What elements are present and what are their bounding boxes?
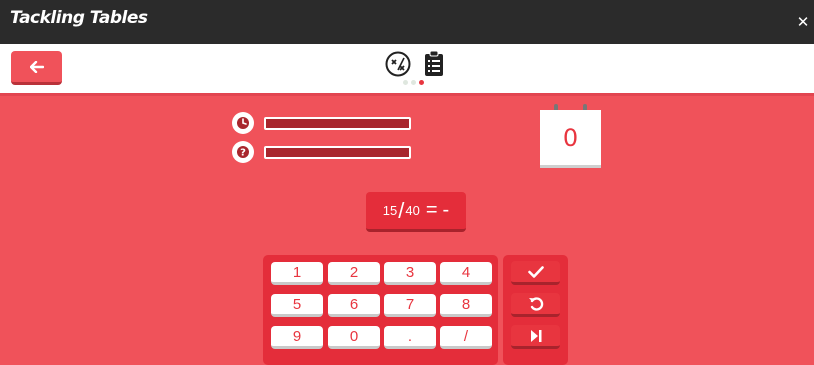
key-1[interactable]: 1 [271, 262, 323, 285]
undo-button[interactable] [511, 293, 560, 317]
questions-bar [264, 145, 411, 159]
mode-icons [384, 50, 450, 80]
clipboard-list-icon[interactable] [424, 51, 444, 77]
page-dots [403, 80, 424, 85]
question-icon: ? [232, 141, 254, 163]
key-decimal[interactable]: . [384, 326, 436, 349]
key-9[interactable]: 9 [271, 326, 323, 349]
key-6[interactable]: 6 [328, 294, 380, 317]
page-dot [411, 80, 416, 85]
number-keypad: 1 2 3 4 5 6 7 8 9 0 . / [263, 255, 498, 365]
skip-button[interactable] [511, 325, 560, 349]
key-2[interactable]: 2 [328, 262, 380, 285]
page-dot [403, 80, 408, 85]
title-bar: Tackling Tables ✕ [0, 0, 814, 44]
back-button[interactable] [11, 51, 62, 85]
skip-icon [530, 329, 541, 342]
header-toolbar [0, 44, 814, 96]
timer-bar [264, 116, 411, 130]
undo-icon [528, 297, 543, 311]
submit-button[interactable] [511, 261, 560, 285]
key-slash[interactable]: / [440, 326, 492, 349]
multiply-divide-icon[interactable] [384, 50, 412, 78]
key-8[interactable]: 8 [440, 294, 492, 317]
key-3[interactable]: 3 [384, 262, 436, 285]
key-4[interactable]: 4 [440, 262, 492, 285]
clock-icon [232, 112, 254, 134]
close-icon[interactable]: ✕ [792, 0, 814, 44]
page-dot-active [419, 80, 424, 85]
score-value: 0 [540, 110, 601, 168]
timer-row [232, 112, 411, 134]
questions-row: ? [232, 141, 411, 163]
denominator: 40 [405, 203, 420, 218]
svg-text:?: ? [240, 148, 246, 159]
window-title: Tackling Tables [10, 8, 148, 28]
fraction-slash: / [398, 197, 405, 223]
key-7[interactable]: 7 [384, 294, 436, 317]
equals-sign: = [425, 199, 438, 221]
arrow-left-icon [29, 60, 44, 73]
action-panel [503, 255, 568, 365]
question-display: 15/40 = - [366, 192, 466, 232]
key-5[interactable]: 5 [271, 294, 323, 317]
key-0[interactable]: 0 [328, 326, 380, 349]
numerator: 15 [382, 203, 398, 218]
check-icon [527, 265, 544, 278]
score-card: 0 [540, 104, 601, 168]
answer-value: - [442, 199, 450, 221]
